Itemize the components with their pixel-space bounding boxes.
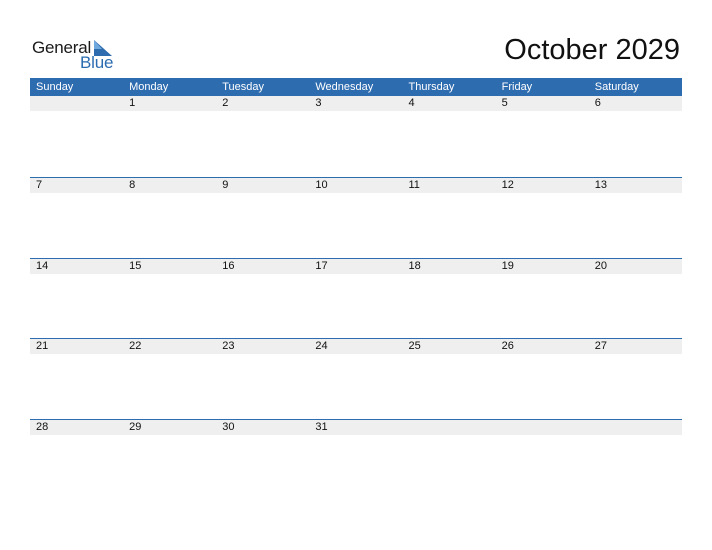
weekday-header: Sunday Monday Tuesday Wednesday Thursday… [30, 78, 682, 96]
week-row-1: 1 2 3 4 5 6 [30, 96, 682, 177]
day-cell[interactable]: 15 [123, 259, 216, 274]
weekday-wednesday: Wednesday [315, 81, 374, 93]
day-cell[interactable]: 8 [123, 178, 216, 193]
day-cell[interactable]: 16 [216, 259, 309, 274]
day-cell[interactable]: 5 [496, 96, 589, 111]
day-cell[interactable]: 29 [123, 420, 216, 435]
weekday-monday: Monday [129, 81, 169, 93]
date-band: 21 22 23 24 25 26 27 [30, 339, 682, 354]
day-cell[interactable] [403, 420, 496, 435]
day-cell[interactable]: 7 [30, 178, 123, 193]
weekday-tuesday: Tuesday [222, 81, 265, 93]
day-cell[interactable]: 30 [216, 420, 309, 435]
week-row-3: 14 15 16 17 18 19 20 [30, 257, 682, 339]
day-cell[interactable]: 4 [403, 96, 496, 111]
day-cell[interactable]: 12 [496, 178, 589, 193]
date-band: 28 29 30 31 [30, 419, 682, 435]
day-cell[interactable]: 24 [309, 339, 402, 354]
weekday-saturday: Saturday [594, 81, 639, 93]
day-cell[interactable]: 20 [589, 259, 682, 274]
day-cell[interactable]: 28 [30, 420, 123, 435]
day-cell[interactable] [589, 420, 682, 435]
day-cell[interactable]: 25 [403, 339, 496, 354]
date-band: 14 15 16 17 18 19 20 [30, 258, 682, 274]
week-row-4: 21 22 23 24 25 26 27 [30, 338, 682, 419]
day-cell[interactable] [30, 96, 123, 111]
logo: General Blue [32, 38, 122, 72]
calendar-grid: Sunday Monday Tuesday Wednesday Thursday… [30, 78, 682, 499]
day-cell[interactable]: 26 [496, 339, 589, 354]
day-cell[interactable]: 19 [496, 259, 589, 274]
day-cell[interactable]: 31 [309, 420, 402, 435]
weekday-friday: Friday [501, 81, 533, 93]
day-cell[interactable]: 23 [216, 339, 309, 354]
day-cell[interactable]: 27 [589, 339, 682, 354]
day-cell[interactable]: 13 [589, 178, 682, 193]
weekday-thursday: Thursday [408, 81, 455, 93]
day-cell[interactable]: 17 [309, 259, 402, 274]
weekday-sunday: Sunday [36, 81, 74, 93]
date-band: 7 8 9 10 11 12 13 [30, 178, 682, 193]
day-cell[interactable]: 18 [403, 259, 496, 274]
week-row-5: 28 29 30 31 [30, 418, 682, 500]
day-cell[interactable]: 14 [30, 259, 123, 274]
logo-text-blue: Blue [80, 53, 114, 72]
day-cell[interactable]: 10 [309, 178, 402, 193]
week-row-2: 7 8 9 10 11 12 13 [30, 177, 682, 258]
day-cell[interactable]: 11 [403, 178, 496, 193]
date-band: 1 2 3 4 5 6 [30, 96, 682, 111]
day-cell[interactable] [496, 420, 589, 435]
day-cell[interactable]: 6 [589, 96, 682, 111]
day-cell[interactable]: 21 [30, 339, 123, 354]
day-cell[interactable]: 3 [309, 96, 402, 111]
day-cell[interactable]: 1 [123, 96, 216, 111]
month-title: October 2029 [504, 34, 680, 66]
day-cell[interactable]: 2 [216, 96, 309, 111]
day-cell[interactable]: 9 [216, 178, 309, 193]
day-cell[interactable]: 22 [123, 339, 216, 354]
